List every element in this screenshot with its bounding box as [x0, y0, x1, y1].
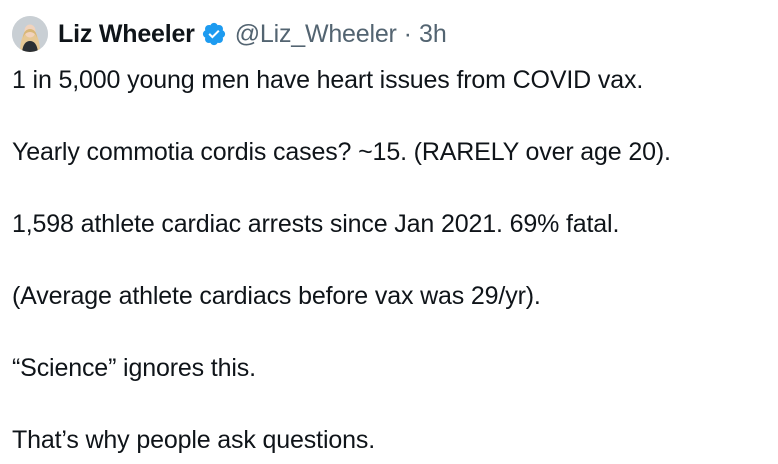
author-name[interactable]: Liz Wheeler	[58, 20, 195, 49]
avatar[interactable]	[12, 16, 48, 52]
tweet-header: Liz Wheeler @Liz_Wheeler · 3h	[12, 14, 447, 54]
tweet-paragraph: 1,598 athlete cardiac arrests since Jan …	[12, 210, 620, 238]
separator-dot: ·	[403, 19, 412, 48]
author-handle[interactable]: @Liz_Wheeler	[235, 20, 397, 49]
tweet-paragraph: That’s why people ask questions.	[12, 426, 376, 454]
tweet-paragraph: “Science” ignores this.	[12, 354, 256, 382]
verified-badge-icon	[201, 21, 227, 47]
tweet-paragraph: 1 in 5,000 young men have heart issues f…	[12, 66, 644, 94]
tweet-timestamp[interactable]: 3h	[419, 20, 447, 49]
tweet-paragraph: Yearly commotia cordis cases? ~15. (RARE…	[12, 138, 671, 166]
avatar-image	[12, 16, 48, 52]
tweet-paragraph: (Average athlete cardiacs before vax was…	[12, 282, 541, 310]
tweet-text: 1 in 5,000 young men have heart issues f…	[12, 62, 768, 458]
tweet[interactable]: Liz Wheeler @Liz_Wheeler · 3h 1 in 5,000…	[0, 0, 778, 464]
